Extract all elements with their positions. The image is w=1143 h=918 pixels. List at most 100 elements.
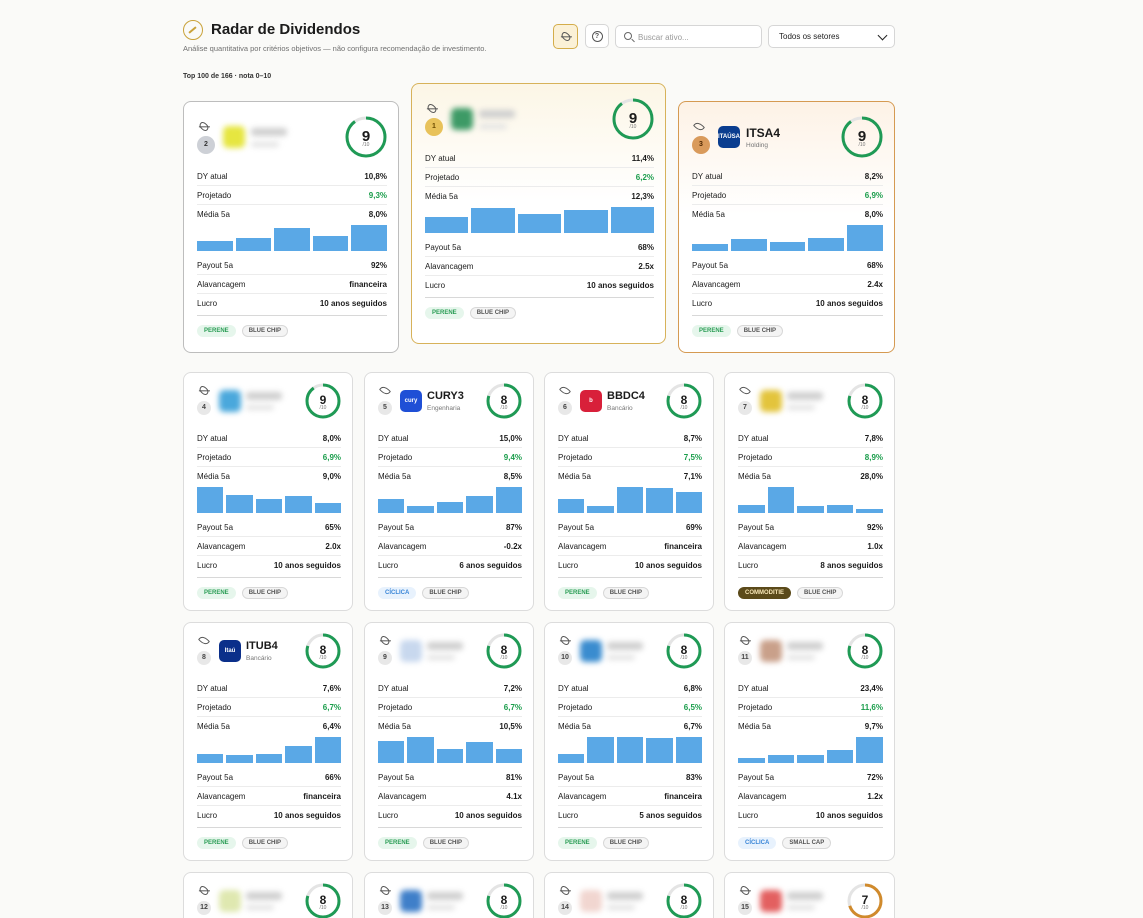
metric-value: 69% — [685, 522, 702, 532]
ticker-logo: Itaú — [219, 640, 241, 662]
eye-icon[interactable] — [738, 384, 752, 397]
rank-badge: 4 — [197, 401, 211, 415]
eye-icon[interactable] — [197, 634, 211, 647]
metric-alav: Alavancagem 1.2x — [738, 787, 883, 806]
tag-badge: CÍCLICA — [378, 587, 417, 599]
help-button[interactable]: ? — [585, 24, 609, 48]
metric-media: Média 5a 6,4% — [197, 717, 341, 736]
metric-lucro: Lucro 10 anos seguidos — [692, 294, 883, 313]
ticker-logo — [219, 890, 241, 912]
asset-card[interactable]: 2 9/10 DY atual 10,8% Projetado 9,3% Média 5a 8… — [183, 101, 399, 353]
score-ring: 8/10 — [847, 633, 883, 669]
ticker-logo — [451, 108, 473, 130]
history-bar — [274, 227, 310, 251]
history-bar — [826, 504, 854, 513]
history-bar — [226, 755, 253, 763]
radar-logo-icon — [183, 20, 203, 40]
asset-card[interactable]: 3 ITAÚSA ITSA4 Holding 9/10 DY atual 8,2% Proje… — [678, 101, 895, 353]
ticker-logo — [223, 126, 245, 148]
score-ring: 8/10 — [305, 883, 341, 918]
metric-label: Média 5a — [558, 722, 591, 731]
metric-proj: Projetado 9,4% — [378, 448, 522, 467]
asset-card[interactable]: 11 8/10 DY atual 23,4% Projetado 11,6% Média 5… — [724, 622, 895, 861]
metric-value: 6 anos seguidos — [459, 561, 522, 570]
history-bar — [797, 754, 824, 763]
metric-payout: Payout 5a 65% — [197, 518, 341, 537]
metric-lucro: Lucro 6 anos seguidos — [378, 556, 522, 575]
ticker-hidden — [251, 128, 287, 136]
metric-value: 10 anos seguidos — [815, 299, 883, 308]
tag-badge: PERENE — [197, 587, 236, 599]
tag-list: PERENE BLUE CHIP — [197, 837, 289, 849]
score-ring: 8/10 — [486, 633, 522, 669]
asset-card[interactable]: 13 8/10 — [364, 872, 534, 918]
asset-card[interactable]: 4 9/10 DY atual 8,0% Projetado 6,9% Média 5a 9,… — [183, 372, 353, 611]
asset-card[interactable]: 9 8/10 DY atual 7,2% Projetado 6,7% Média 5a 10… — [364, 622, 534, 861]
sector-select[interactable]: Todos os setores — [768, 25, 895, 48]
score-scale: /10 — [861, 655, 869, 662]
eye-off-icon[interactable] — [197, 120, 211, 133]
eye-off-icon[interactable] — [197, 884, 211, 897]
eye-off-icon[interactable] — [425, 102, 439, 115]
metric-dy: DY atual 7,6% — [197, 679, 341, 698]
history-bar — [564, 210, 608, 233]
eye-off-icon[interactable] — [378, 884, 392, 897]
history-bar — [255, 498, 283, 513]
metric-label: Lucro — [425, 281, 446, 290]
metric-media: Média 5a 8,0% — [197, 205, 387, 224]
hide-names-button[interactable] — [553, 24, 578, 49]
asset-card[interactable]: 12 8/10 — [183, 872, 353, 918]
search-input[interactable] — [638, 29, 756, 45]
asset-card[interactable]: 7 8/10 DY atual 7,8% Projetado 8,9% Média 5a 28… — [724, 372, 895, 611]
score-ring: 8/10 — [666, 883, 702, 918]
metric-value: 11,4% — [631, 153, 654, 163]
metric-alav: Alavancagem financeira — [197, 275, 387, 294]
score-scale: /10 — [319, 905, 327, 912]
metric-value: 2.0x — [325, 541, 341, 551]
search-box[interactable] — [615, 25, 762, 48]
metric-dy: DY atual 8,2% — [692, 167, 883, 186]
sector-hidden — [607, 905, 635, 910]
metric-media: Média 5a 10,5% — [378, 717, 522, 736]
ticker-logo — [760, 890, 782, 912]
asset-card[interactable]: 14 8/10 — [544, 872, 714, 918]
asset-card[interactable]: 15 7/10 — [724, 872, 895, 918]
metric-media: Média 5a 6,7% — [558, 717, 702, 736]
history-bar — [351, 225, 387, 251]
asset-card[interactable]: 5 cury CURY3 Engenharia 8/10 DY atual 15,0% Pro… — [364, 372, 534, 611]
history-bar — [856, 737, 883, 763]
eye-icon[interactable] — [558, 384, 572, 397]
asset-card[interactable]: 1 9/10 DY atual 11,4% Projetado 6,2% Média 5a 1… — [411, 83, 666, 344]
history-bar — [466, 496, 493, 513]
ticker-logo — [760, 390, 782, 412]
metric-proj: Projetado 6,2% — [425, 168, 654, 187]
eye-off-icon[interactable] — [378, 634, 392, 647]
eye-off-icon[interactable] — [738, 884, 752, 897]
eye-off-icon[interactable] — [197, 384, 211, 397]
metric-label: DY atual — [378, 433, 409, 443]
metric-label: Média 5a — [738, 722, 771, 731]
metric-label: Payout 5a — [197, 522, 234, 532]
metric-alav: Alavancagem financeira — [197, 787, 341, 806]
metric-payout: Payout 5a 68% — [425, 238, 654, 257]
metric-value: 9,0% — [322, 472, 341, 481]
dividend-history-chart — [692, 225, 883, 251]
metric-value: 65% — [324, 522, 341, 532]
history-bar — [312, 235, 349, 251]
metric-label: Lucro — [692, 299, 713, 308]
ticker-logo — [580, 890, 602, 912]
metric-proj: Projetado 6,9% — [197, 448, 341, 467]
eye-off-icon[interactable] — [738, 634, 752, 647]
history-bar — [558, 753, 585, 763]
dividend-history-chart — [558, 487, 703, 513]
eye-off-icon[interactable] — [558, 884, 572, 897]
history-bar — [730, 239, 767, 251]
asset-card[interactable]: 10 8/10 DY atual 6,8% Projetado 6,5% Média 5a 6… — [544, 622, 714, 861]
asset-card[interactable]: 8 Itaú ITUB4 Bancário 8/10 DY atual 7,6% Projet… — [183, 622, 353, 861]
score-ring: 8/10 — [486, 883, 522, 918]
eye-off-icon[interactable] — [558, 634, 572, 647]
asset-card[interactable]: 6 b BBDC4 Bancário 8/10 DY atual 8,7% Projetado… — [544, 372, 714, 611]
eye-icon[interactable] — [378, 384, 392, 397]
eye-off-icon[interactable] — [692, 120, 706, 133]
history-bar — [646, 738, 673, 763]
